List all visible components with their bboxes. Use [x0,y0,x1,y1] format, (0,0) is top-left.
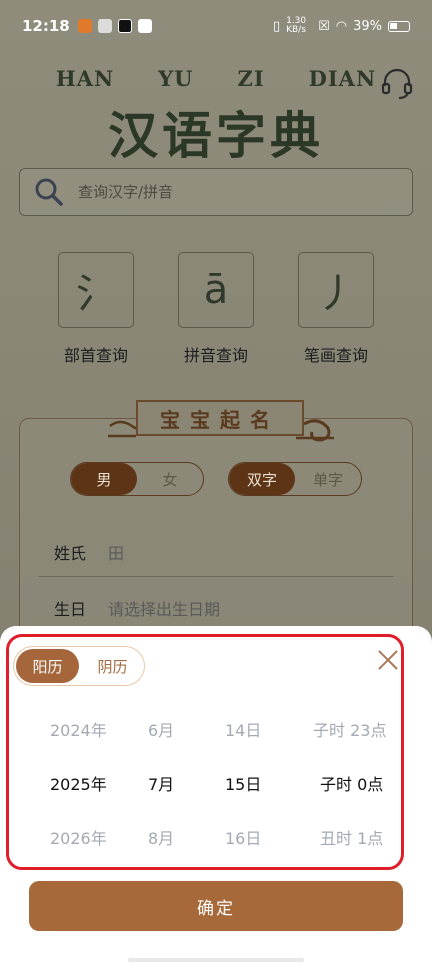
app-notification-icon [77,19,92,33]
radical-icon: 氵 [58,252,134,328]
option-double-char[interactable]: 双字 [229,463,295,495]
birthday-input[interactable]: 请选择出生日期 [108,596,220,620]
option-single-char[interactable]: 单字 [295,463,361,495]
confirm-button[interactable]: 确定 [29,881,403,931]
gender-option-male[interactable]: 男 [71,463,137,495]
pinyin-lookup-button[interactable]: ā 拼音查询 [178,252,254,366]
no-sim-icon: ☒ [318,18,330,34]
battery-percent: 39% [353,18,382,34]
name-length-toggle: 双字 单字 [228,462,362,496]
year-option[interactable]: 2026年 [50,825,107,849]
stroke-lookup-button[interactable]: 丿 笔画查询 [298,252,374,366]
pinyin-lookup-label: 拼音查询 [183,346,248,365]
birthday-label: 生日 [54,600,87,619]
battery-icon [388,20,410,32]
title-pinyin: HAN YU ZI DIAN [0,66,432,91]
divider [38,576,394,577]
radical-lookup-label: 部首查询 [63,346,128,365]
surname-label: 姓氏 [54,544,87,563]
surname-input[interactable]: 田 [108,540,124,564]
stroke-lookup-label: 笔画查询 [303,346,368,365]
radical-lookup-button[interactable]: 氵 部首查询 [58,252,134,366]
year-selected[interactable]: 2025年 [50,771,107,795]
search-icon [35,178,63,206]
pinyin-syllable: ZI [237,66,265,91]
pinyin-icon: ā [178,252,254,328]
banner-title: 宝宝起名 [136,400,304,436]
month-selected[interactable]: 7月 [148,771,174,795]
hour-option[interactable]: 丑时 1点 [320,825,383,849]
app-notification-icon [97,19,112,33]
solar-calendar-option[interactable]: 阳历 [16,649,79,683]
baby-naming-card [19,418,413,658]
network-speed: 1.30 KB/s [286,16,307,35]
gender-option-female[interactable]: 女 [137,463,203,495]
status-bar: 12:18 ▯ 1.30 KB/s ☒ ◠ 39% [0,0,432,52]
pinyin-syllable: YU [158,66,194,91]
day-selected[interactable]: 15日 [225,771,261,795]
month-option[interactable]: 8月 [148,825,174,849]
wifi-icon: ◠ [335,18,348,34]
hour-selected[interactable]: 子时 0点 [320,771,383,795]
baby-naming-banner: 宝宝起名 [106,396,334,446]
calendar-type-toggle: 阳历 阴历 [13,646,145,686]
message-notification-icon [137,19,152,33]
year-option[interactable]: 2024年 [50,717,107,741]
gender-toggle: 男 女 [70,462,204,496]
lunar-calendar-option[interactable]: 阴历 [81,647,144,685]
day-option[interactable]: 14日 [225,717,261,741]
hour-option[interactable]: 子时 23点 [313,717,386,741]
search-bar[interactable] [19,168,413,216]
close-icon[interactable] [376,648,400,672]
tiktok-notification-icon [117,19,132,33]
month-option[interactable]: 6月 [148,717,174,741]
home-indicator[interactable] [128,958,304,962]
status-time: 12:18 [22,17,70,35]
day-option[interactable]: 16日 [225,825,261,849]
vibrate-icon: ▯ [272,18,281,34]
app-title: 汉语字典 [108,106,324,165]
pinyin-syllable: DIAN [308,66,377,91]
pinyin-syllable: HAN [55,66,115,91]
stroke-icon: 丿 [298,252,374,328]
search-input[interactable] [78,183,378,201]
